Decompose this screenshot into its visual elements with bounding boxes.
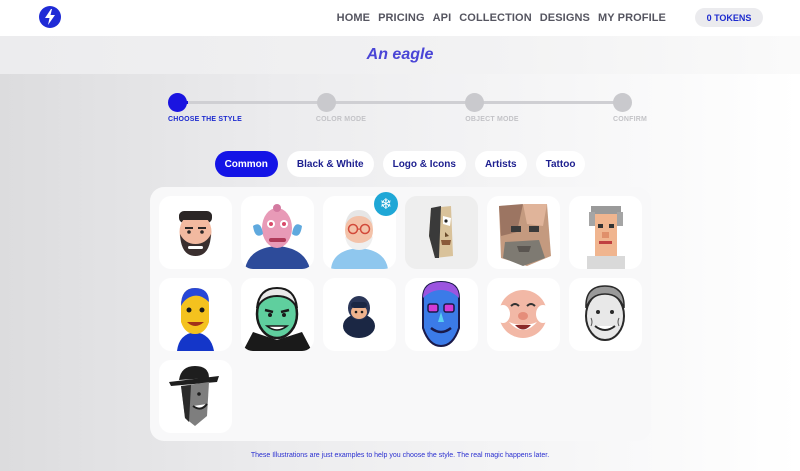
- logo[interactable]: [39, 6, 61, 28]
- style-card-low-poly-old-man[interactable]: [487, 196, 560, 269]
- style-card-green-vampire[interactable]: [241, 278, 314, 351]
- nav-home[interactable]: HOME: [337, 12, 370, 24]
- style-card-cubist-face[interactable]: [405, 196, 478, 269]
- pixel-art-old-man-portrait-image: [587, 206, 625, 269]
- step-dot-color-mode[interactable]: [317, 93, 336, 112]
- sketch-old-man-portrait-image: [585, 285, 625, 341]
- step-label-confirm: CONFIRM: [612, 116, 648, 123]
- yellow-pop-art-portrait-image: [177, 288, 214, 351]
- silhouette-cowboy-portrait-image: [169, 366, 219, 426]
- laughing-old-man-portrait-image: [496, 290, 550, 338]
- style-card-silhouette-cowboy[interactable]: [159, 360, 232, 433]
- blue-neon-portrait-image: [422, 280, 460, 348]
- pink-surreal-portrait-image: [245, 204, 310, 269]
- tab-logo-icons[interactable]: Logo & Icons: [382, 151, 466, 177]
- tokens-button[interactable]: 0 TOKENS: [695, 8, 763, 27]
- style-category-tabs: Common Black & White Logo & Icons Artist…: [0, 151, 800, 177]
- tab-artists[interactable]: Artists: [474, 151, 527, 177]
- bearded-man-portrait-image: [179, 211, 212, 256]
- low-poly-old-man-portrait-image: [499, 204, 551, 266]
- stepper-track: [178, 101, 623, 104]
- style-card-pink-surreal[interactable]: [241, 196, 314, 269]
- top-navbar: HOME PRICING API COLLECTION DESIGNS MY P…: [0, 0, 800, 36]
- style-card-sketch-old-man[interactable]: [569, 278, 642, 351]
- tab-tattoo[interactable]: Tattoo: [535, 151, 586, 177]
- prompt-band: An eagle: [0, 36, 800, 74]
- step-label-color-mode: COLOR MODE: [315, 116, 367, 123]
- green-vampire-portrait-image: [243, 286, 312, 351]
- step-dot-confirm[interactable]: [613, 93, 632, 112]
- hooded-man-portrait-image: [343, 296, 375, 338]
- nav-api[interactable]: API: [433, 12, 452, 24]
- style-card-yellow-pop-art[interactable]: [159, 278, 232, 351]
- progress-stepper: CHOOSE THE STYLE COLOR MODE OBJECT MODE …: [0, 88, 800, 128]
- style-card-blue-neon[interactable]: [405, 278, 478, 351]
- tab-black-white[interactable]: Black & White: [286, 151, 374, 177]
- cubist-face-portrait-image: [405, 196, 478, 269]
- tab-common[interactable]: Common: [214, 151, 278, 177]
- prompt-title: An eagle: [366, 46, 434, 63]
- footnote-text: These Illustrations are just examples to…: [250, 452, 550, 459]
- step-label-object-mode: OBJECT MODE: [465, 116, 519, 123]
- nav-my-profile[interactable]: MY PROFILE: [598, 12, 666, 24]
- step-label-choose-style: CHOOSE THE STYLE: [168, 116, 242, 123]
- main-nav: HOME PRICING API COLLECTION DESIGNS MY P…: [337, 0, 666, 36]
- snowflake-icon: ❄: [374, 192, 398, 216]
- step-dot-choose-style[interactable]: [168, 93, 187, 112]
- nav-collection[interactable]: COLLECTION: [459, 12, 532, 24]
- style-card-bearded-man[interactable]: [159, 196, 232, 269]
- nav-pricing[interactable]: PRICING: [378, 12, 425, 24]
- step-dot-object-mode[interactable]: [465, 93, 484, 112]
- nav-designs[interactable]: DESIGNS: [540, 12, 590, 24]
- style-card-laughing-old-man[interactable]: [487, 278, 560, 351]
- style-card-hooded-man[interactable]: [323, 278, 396, 351]
- lightning-bolt-icon: [45, 9, 55, 25]
- style-card-pixel-art-old-man[interactable]: [569, 196, 642, 269]
